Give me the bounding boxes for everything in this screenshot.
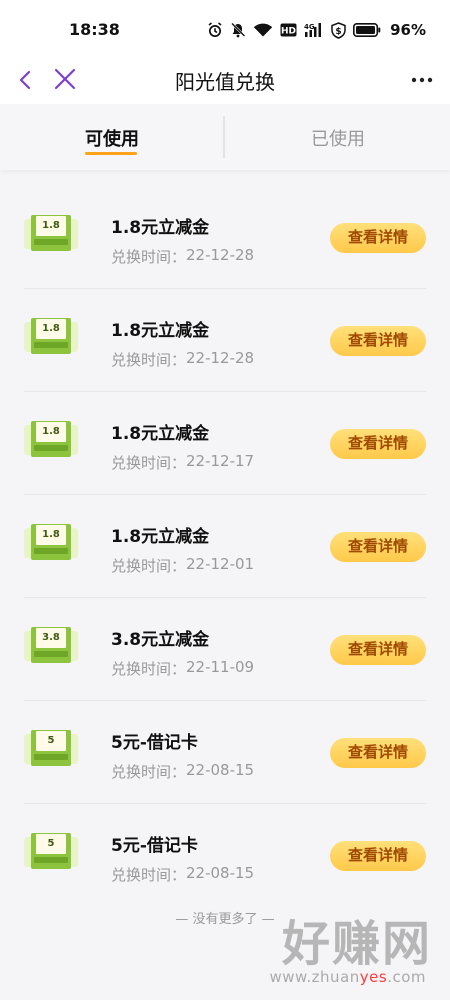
- watermark-url-suffix: .com: [387, 968, 426, 986]
- svg-text:$: $: [335, 27, 341, 37]
- status-bar: 18:38 HD 4G $ 96%: [0, 0, 450, 56]
- exchange-time: 兑换时间： 22-12-28: [111, 246, 254, 267]
- voucher-thumbnail-value: 5: [47, 838, 55, 849]
- exchange-time: 兑换时间： 22-12-01: [111, 555, 254, 576]
- voucher-thumbnail-value: 3.8: [42, 632, 60, 643]
- list-item: 1.8 1.8元立减金 兑换时间： 22-12-28 查看详情: [0, 186, 450, 289]
- voucher-thumbnail: 5: [24, 831, 78, 871]
- view-details-button[interactable]: 查看详情: [330, 326, 426, 356]
- voucher-title: 5元-借记卡: [111, 836, 198, 856]
- voucher-thumbnail-value: 1.8: [42, 426, 60, 437]
- list-item: 1.8 1.8元立减金 兑换时间： 22-12-17 查看详情: [0, 392, 450, 495]
- exchange-time: 兑换时间： 22-12-28: [111, 349, 254, 370]
- exchange-time-label: 兑换时间：: [111, 557, 187, 575]
- more-dots-icon: [404, 77, 440, 102]
- voucher-thumbnail-value: 1.8: [42, 323, 60, 334]
- voucher-thumbnail: 1.8: [24, 419, 78, 459]
- exchange-time-label: 兑换时间：: [111, 248, 187, 266]
- view-details-button[interactable]: 查看详情: [330, 635, 426, 665]
- exchange-time-label: 兑换时间：: [111, 660, 187, 678]
- list-item: 3.8 3.8元立减金 兑换时间： 22-11-09 查看详情: [0, 598, 450, 701]
- list-item: 5 5元-借记卡 兑换时间： 22-08-15 查看详情: [0, 804, 450, 907]
- exchange-time-label: 兑换时间：: [111, 454, 187, 472]
- page-title: 阳光值兑换: [175, 70, 275, 94]
- voucher-title: 1.8元立减金: [111, 527, 210, 547]
- list-item: 1.8 1.8元立减金 兑换时间： 22-12-01 查看详情: [0, 495, 450, 598]
- voucher-thumbnail: 3.8: [24, 625, 78, 665]
- status-time: 18:38: [69, 20, 120, 39]
- exchange-time: 兑换时间： 22-08-15: [111, 761, 254, 782]
- list-item: 1.8 1.8元立减金 兑换时间： 22-12-28 查看详情: [0, 289, 450, 392]
- tab-available[interactable]: 可使用: [0, 104, 224, 170]
- battery-percent: 96%: [390, 21, 426, 39]
- voucher-list: 1.8 1.8元立减金 兑换时间： 22-12-28 查看详情 1.8 1.8元…: [0, 186, 450, 907]
- exchange-time: 兑换时间： 22-12-17: [111, 452, 254, 473]
- view-details-button[interactable]: 查看详情: [330, 738, 426, 768]
- voucher-thumbnail: 1.8: [24, 316, 78, 356]
- exchange-time-value: 22-12-01: [186, 555, 255, 573]
- mute-icon: [230, 22, 246, 38]
- voucher-title: 3.8元立减金: [111, 630, 210, 650]
- tab-active-indicator: [85, 152, 137, 155]
- watermark-url-accent: yes: [359, 968, 388, 986]
- voucher-title: 1.8元立减金: [111, 218, 210, 238]
- voucher-thumbnail-value: 5: [47, 735, 55, 746]
- wifi-icon: [253, 22, 273, 38]
- exchange-time-label: 兑换时间：: [111, 763, 187, 781]
- signal-4g-icon: 4G: [304, 22, 324, 38]
- voucher-thumbnail: 1.8: [24, 213, 78, 253]
- shield-dollar-icon: $: [331, 21, 346, 39]
- status-icons: HD 4G $ 96%: [207, 19, 426, 41]
- voucher-title: 1.8元立减金: [111, 424, 210, 444]
- exchange-time-label: 兑换时间：: [111, 351, 187, 369]
- watermark-url-prefix: www.zhuan: [269, 968, 360, 986]
- voucher-thumbnail: 5: [24, 728, 78, 768]
- watermark-title: 好赚网: [281, 916, 432, 972]
- view-details-button[interactable]: 查看详情: [330, 841, 426, 871]
- exchange-time-value: 22-08-15: [186, 864, 255, 882]
- voucher-thumbnail-value: 1.8: [42, 220, 60, 231]
- exchange-time-value: 22-08-15: [186, 761, 255, 779]
- voucher-title: 1.8元立减金: [111, 321, 210, 341]
- exchange-time-value: 22-12-28: [186, 349, 255, 367]
- exchange-time: 兑换时间： 22-11-09: [111, 658, 254, 679]
- more-button[interactable]: [404, 62, 440, 98]
- exchange-time: 兑换时间： 22-08-15: [111, 864, 254, 885]
- voucher-title: 5元-借记卡: [111, 733, 198, 753]
- exchange-time-value: 22-12-17: [186, 452, 255, 470]
- tab-used[interactable]: 已使用: [226, 104, 450, 170]
- tab-bar: 可使用 已使用: [0, 104, 450, 170]
- tab-divider: [223, 116, 225, 158]
- tab-label: 已使用: [311, 129, 365, 150]
- watermark: 好赚网 www.zhuanyes.com: [232, 918, 432, 986]
- svg-text:4G: 4G: [304, 23, 315, 31]
- exchange-time-label: 兑换时间：: [111, 866, 187, 884]
- exchange-time-value: 22-11-09: [186, 658, 255, 676]
- tab-label: 可使用: [85, 129, 139, 150]
- exchange-time-value: 22-12-28: [186, 246, 255, 264]
- watermark-url: www.zhuanyes.com: [269, 968, 426, 986]
- svg-text:HD: HD: [281, 27, 296, 37]
- battery-icon: [353, 23, 381, 37]
- voucher-thumbnail: 1.8: [24, 522, 78, 562]
- screen: 18:38 HD 4G $ 96% 阳光值兑换 可使用 已使用 1.8 1.8元…: [0, 0, 450, 1000]
- nav-bar: 阳光值兑换: [0, 56, 450, 104]
- hd-icon: HD: [280, 23, 297, 37]
- view-details-button[interactable]: 查看详情: [330, 532, 426, 562]
- alarm-icon: [207, 22, 223, 38]
- view-details-button[interactable]: 查看详情: [330, 223, 426, 253]
- view-details-button[interactable]: 查看详情: [330, 429, 426, 459]
- list-item: 5 5元-借记卡 兑换时间： 22-08-15 查看详情: [0, 701, 450, 804]
- voucher-thumbnail-value: 1.8: [42, 529, 60, 540]
